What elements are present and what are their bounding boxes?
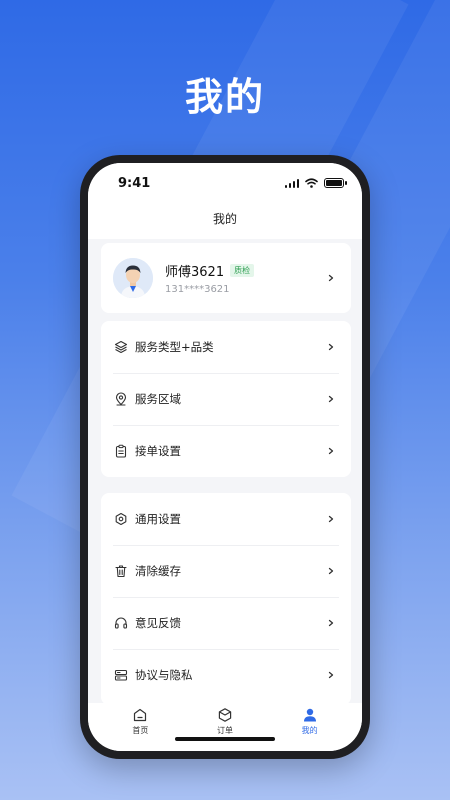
menu-item-feedback[interactable]: 意见反馈 [101, 597, 351, 649]
menu-item-label: 意见反馈 [135, 616, 181, 630]
tab-label: 订单 [216, 726, 233, 735]
gear-icon [113, 511, 129, 527]
menu-item-label: 服务区域 [135, 392, 181, 406]
box-icon [218, 708, 232, 722]
menu-item-label: 接单设置 [135, 444, 181, 458]
location-pin-icon [113, 391, 129, 407]
menu-item-label: 通用设置 [135, 512, 181, 526]
user-name: 师傅3621 [165, 265, 225, 280]
menu-item-privacy[interactable]: 协议与隐私 [101, 649, 351, 701]
menu-item-service-type[interactable]: 服务类型+品类 [101, 321, 351, 373]
chevron-right-icon [323, 391, 339, 407]
phone-frame: 9:41 我的 师傅3621 质检 131****3621 服务类型+品类 服务… [80, 155, 370, 759]
phone-screen: 9:41 我的 师傅3621 质检 131****3621 服务类型+品类 服务… [88, 163, 362, 751]
chevron-right-icon [323, 270, 339, 286]
profile-info: 师傅3621 质检 131****3621 [165, 261, 323, 295]
avatar-image [113, 258, 153, 298]
menu-item-label: 清除缓存 [135, 564, 181, 578]
wifi-icon [305, 178, 318, 188]
profile-card[interactable]: 师傅3621 质检 131****3621 [101, 243, 351, 313]
user-icon [303, 708, 316, 722]
name-row: 师傅3621 质检 [165, 261, 323, 280]
status-time: 9:41 [118, 175, 151, 191]
chevron-right-icon [323, 339, 339, 355]
menu-item-order-settings[interactable]: 接单设置 [101, 425, 351, 477]
chevron-right-icon [323, 443, 339, 459]
status-icons [284, 178, 347, 188]
chevron-right-icon [323, 667, 339, 683]
chevron-right-icon [323, 563, 339, 579]
tab-orders[interactable]: 订单 [195, 703, 255, 751]
settings-group-general: 通用设置 清除缓存 意见反馈 协议与隐私 [101, 493, 351, 705]
tab-mine[interactable]: 我的 [280, 703, 340, 751]
menu-item-label: 协议与隐私 [135, 668, 193, 682]
menu-item-label: 服务类型+品类 [135, 340, 214, 354]
menu-item-service-area[interactable]: 服务区域 [101, 373, 351, 425]
role-badge: 质检 [230, 264, 255, 277]
menu-item-general-settings[interactable]: 通用设置 [101, 493, 351, 545]
status-bar: 9:41 [88, 163, 362, 203]
settings-group-service: 服务类型+品类 服务区域 接单设置 [101, 321, 351, 477]
home-icon [134, 708, 147, 722]
tab-home[interactable]: 首页 [110, 703, 170, 751]
signal-icon [284, 178, 299, 188]
user-phone: 131****3621 [165, 284, 230, 295]
layers-icon [113, 339, 129, 355]
chevron-right-icon [323, 615, 339, 631]
headset-icon [113, 615, 129, 631]
menu-item-clear-cache[interactable]: 清除缓存 [101, 545, 351, 597]
document-icon [113, 667, 129, 683]
chevron-right-icon [323, 511, 339, 527]
trash-icon [113, 563, 129, 579]
tab-label: 我的 [301, 726, 318, 735]
tab-bar: 首页 订单 我的 [88, 703, 362, 751]
home-indicator [175, 737, 275, 741]
page-title: 我的 [88, 203, 362, 239]
promo-title: 我的 [184, 75, 265, 119]
battery-icon [324, 178, 347, 188]
clipboard-icon [113, 443, 129, 459]
tab-label: 首页 [132, 726, 149, 735]
avatar[interactable] [113, 258, 153, 298]
